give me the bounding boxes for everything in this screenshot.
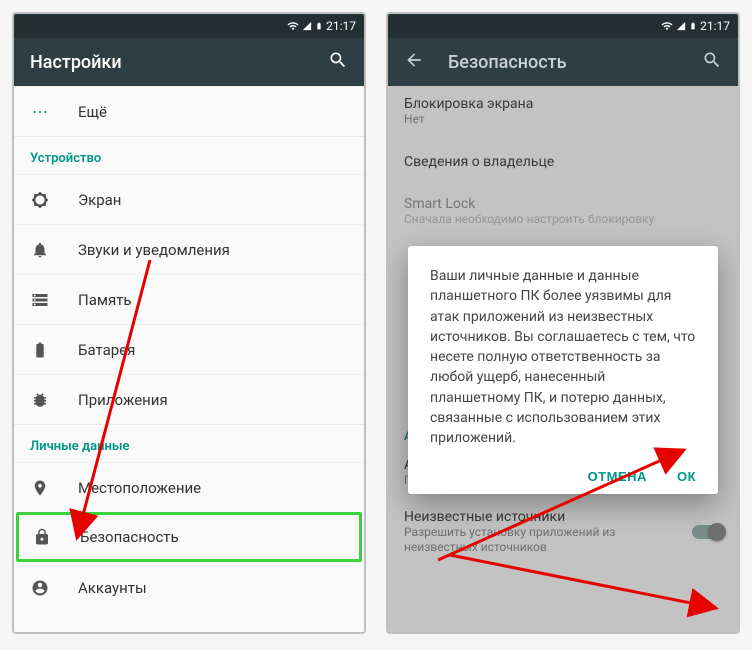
- apps-icon: [30, 391, 50, 409]
- signal-icon: [676, 20, 686, 32]
- sidebar-item-label: Приложения: [78, 391, 348, 409]
- sidebar-item-label: Местоположение: [78, 479, 348, 497]
- more-icon: ⋯: [30, 102, 50, 121]
- security-list: Блокировка экрана Нет Сведения о владель…: [388, 86, 738, 632]
- sidebar-item-label: Аккаунты: [78, 579, 348, 597]
- battery-icon: [689, 20, 697, 32]
- back-icon[interactable]: [404, 50, 424, 74]
- sidebar-item-apps[interactable]: Приложения: [14, 374, 364, 424]
- settings-list: ⋯ Ещё Устройство Экран Звуки и уведомлен…: [14, 86, 364, 632]
- signal-icon: [302, 20, 312, 32]
- sidebar-item-label: Звуки и уведомления: [78, 241, 348, 259]
- status-time: 21:17: [326, 19, 356, 33]
- sidebar-item-location[interactable]: Местоположение: [14, 462, 364, 512]
- battery-icon: [315, 20, 323, 32]
- status-bar: 21:17: [14, 14, 364, 38]
- accounts-icon: [30, 579, 50, 597]
- storage-icon: [30, 291, 50, 309]
- sidebar-item-security[interactable]: Безопасность: [16, 512, 362, 562]
- section-header-personal: Личные данные: [14, 424, 364, 462]
- lock-icon: [32, 528, 52, 546]
- wifi-icon: [287, 20, 299, 32]
- unknown-sources-dialog: Ваши личные данные и данные планшетного …: [408, 246, 718, 494]
- sidebar-item-label: Память: [78, 291, 348, 309]
- search-icon[interactable]: [702, 50, 722, 74]
- sidebar-item-label: Экран: [78, 191, 348, 209]
- sidebar-item-display[interactable]: Экран: [14, 174, 364, 224]
- location-icon: [30, 479, 50, 497]
- dialog-message: Ваши личные данные и данные планшетного …: [430, 266, 696, 449]
- dialog-actions: ОТМЕНА ОК: [430, 469, 696, 484]
- appbar-settings: Настройки: [14, 38, 364, 86]
- page-title: Настройки: [30, 52, 304, 73]
- sidebar-item-label: Батарея: [78, 341, 348, 359]
- page-title: Безопасность: [448, 52, 678, 73]
- sidebar-item-label: Ещё: [78, 103, 348, 121]
- section-header-device: Устройство: [14, 136, 364, 174]
- sidebar-item-sound[interactable]: Звуки и уведомления: [14, 224, 364, 274]
- cancel-button[interactable]: ОТМЕНА: [588, 469, 647, 484]
- phone-security: 21:17 Безопасность Блокировка экрана Нет…: [386, 12, 740, 634]
- wifi-icon: [661, 20, 673, 32]
- appbar-security: Безопасность: [388, 38, 738, 86]
- display-icon: [30, 191, 50, 209]
- search-icon[interactable]: [328, 50, 348, 74]
- sidebar-item-more[interactable]: ⋯ Ещё: [14, 86, 364, 136]
- sidebar-item-memory[interactable]: Память: [14, 274, 364, 324]
- sidebar-item-accounts[interactable]: Аккаунты: [14, 562, 364, 612]
- status-time: 21:17: [700, 19, 730, 33]
- bell-icon: [30, 241, 50, 259]
- phone-settings: 21:17 Настройки ⋯ Ещё Устройство Экран З…: [12, 12, 366, 634]
- sidebar-item-battery[interactable]: Батарея: [14, 324, 364, 374]
- sidebar-item-label: Безопасность: [80, 528, 346, 546]
- ok-button[interactable]: ОК: [677, 469, 696, 484]
- battery-icon: [30, 341, 50, 359]
- status-bar: 21:17: [388, 14, 738, 38]
